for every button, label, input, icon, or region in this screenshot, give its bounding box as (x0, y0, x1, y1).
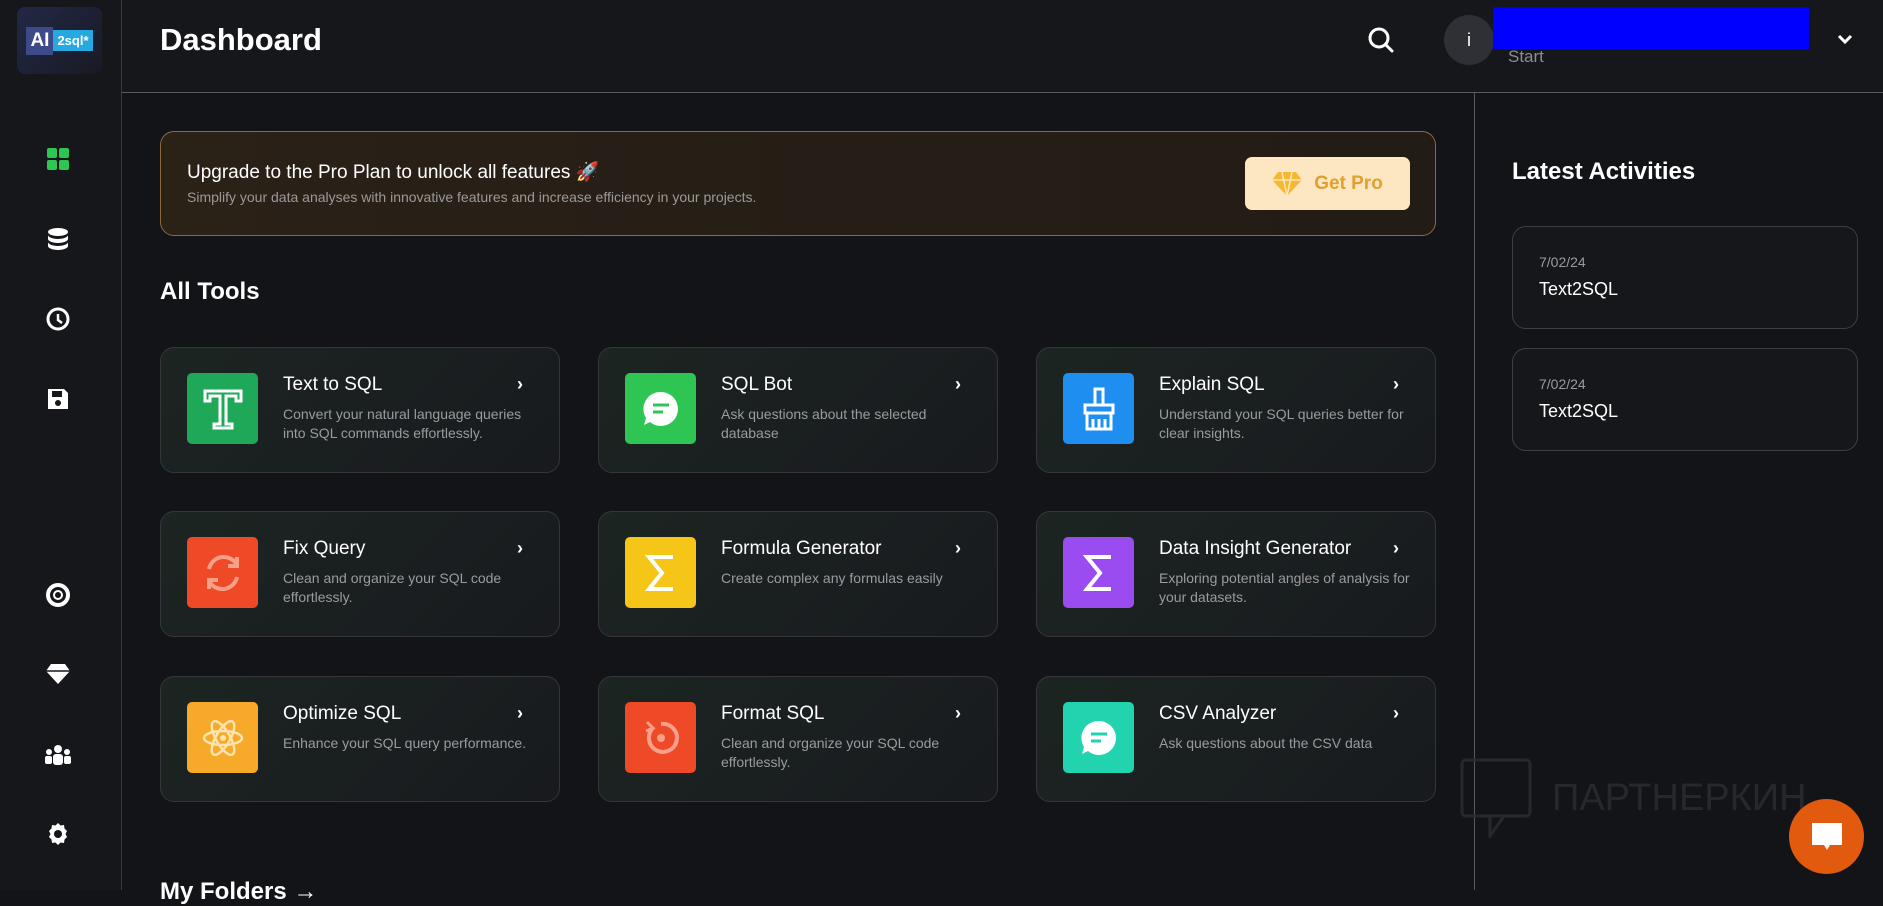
tool-card-format-sql[interactable]: Format SQL Clean and organize your SQL c… (598, 676, 998, 802)
tool-title: Text to SQL (283, 374, 383, 395)
chat-bubble-icon (1063, 702, 1134, 773)
logo-2sql: 2sql* (53, 30, 93, 51)
tool-description: Enhance your SQL query performance. (283, 735, 527, 751)
tool-card-optimize-sql[interactable]: Optimize SQL Enhance your SQL query perf… (160, 676, 560, 802)
settings-icon[interactable] (44, 820, 72, 848)
tool-description: Ask questions about the CSV data (1159, 735, 1373, 751)
tool-title: Data Insight Generator (1159, 538, 1352, 559)
header: Dashboard i Start (122, 0, 1883, 93)
watermark-text: ПАРТНЕРКИН (1552, 776, 1807, 819)
tool-description: Convert your natural language queries in… (283, 406, 522, 441)
dashboard-icon[interactable] (44, 145, 72, 173)
activity-item[interactable]: 7/02/24 Text2SQL (1512, 348, 1858, 451)
sidebar: AI 2sql* (0, 0, 122, 890)
tool-card-text-to-sql[interactable]: Text to SQL Convert your natural languag… (160, 347, 560, 473)
chevron-right-icon: › (517, 703, 523, 723)
activity-item[interactable]: 7/02/24 Text2SQL (1512, 226, 1858, 329)
tool-title: Explain SQL (1159, 374, 1265, 395)
tool-card-csv-analyzer[interactable]: CSV Analyzer Ask questions about the CSV… (1036, 676, 1436, 802)
chevron-right-icon: › (955, 538, 961, 558)
diamond-icon[interactable] (44, 660, 72, 688)
chevron-right-icon: › (1393, 538, 1399, 558)
tool-card-sql-bot[interactable]: SQL Bot Ask questions about the selected… (598, 347, 998, 473)
text-icon (187, 373, 258, 444)
tool-title: Formula Generator (721, 538, 882, 559)
chevron-right-icon: › (1393, 374, 1399, 394)
tool-card-fix-query[interactable]: Fix Query Clean and organize your SQL co… (160, 511, 560, 637)
chevron-right-icon: › (955, 374, 961, 394)
activity-name: Text2SQL (1539, 279, 1619, 299)
tool-description: Clean and organize your SQL code effortl… (283, 570, 502, 605)
team-icon[interactable] (44, 741, 72, 769)
latest-activities-heading: Latest Activities (1512, 158, 1696, 185)
rotate-icon (625, 702, 696, 773)
plan-label: Start (1508, 47, 1544, 66)
tool-description: Understand your SQL queries better for c… (1159, 406, 1404, 441)
sigma-icon (625, 537, 696, 608)
diamond-icon (1272, 171, 1303, 196)
search-icon[interactable] (1367, 26, 1395, 59)
logo-ai: AI (26, 26, 54, 55)
chevron-right-icon: › (955, 703, 961, 723)
tool-title: Optimize SQL (283, 703, 402, 724)
sigma-icon (1063, 537, 1134, 608)
save-icon[interactable] (44, 385, 72, 413)
tool-description: Create complex any formulas easily (721, 570, 943, 586)
chevron-right-icon: › (517, 538, 523, 558)
chat-button[interactable] (1789, 799, 1864, 874)
tool-title: CSV Analyzer (1159, 703, 1277, 724)
logo[interactable]: AI 2sql* (17, 7, 102, 74)
tool-title: SQL Bot (721, 374, 793, 395)
tool-description: Exploring potential angles of analysis f… (1159, 570, 1410, 605)
all-tools-heading: All Tools (160, 278, 260, 305)
get-pro-button[interactable]: Get Pro (1245, 157, 1410, 210)
refresh-icon (187, 537, 258, 608)
tool-card-explain-sql[interactable]: Explain SQL Understand your SQL queries … (1036, 347, 1436, 473)
chevron-right-icon: › (517, 374, 523, 394)
user-name-redacted (1493, 7, 1809, 49)
activity-date: 7/02/24 (1539, 254, 1586, 270)
tool-card-formula-generator[interactable]: Formula Generator Create complex any for… (598, 511, 998, 637)
chat-icon (1811, 822, 1842, 850)
banner-title: Upgrade to the Pro Plan to unlock all fe… (187, 162, 600, 183)
broom-icon (1063, 373, 1134, 444)
tool-description: Clean and organize your SQL code effortl… (721, 735, 940, 770)
atom-icon (187, 702, 258, 773)
watermark: ПАРТНЕРКИН (1460, 758, 1807, 838)
tool-title: Format SQL (721, 703, 825, 724)
get-pro-label: Get Pro (1314, 172, 1383, 194)
support-icon[interactable] (44, 581, 72, 609)
my-folders-heading[interactable]: My Folders → (160, 878, 317, 906)
tool-description: Ask questions about the selected databas… (721, 406, 927, 441)
tool-card-data-insight-generator[interactable]: Data Insight Generator Exploring potenti… (1036, 511, 1436, 637)
chat-bubble-icon (625, 373, 696, 444)
activity-name: Text2SQL (1539, 401, 1619, 421)
chevron-right-icon: › (1393, 703, 1399, 723)
upgrade-banner: Upgrade to the Pro Plan to unlock all fe… (160, 131, 1436, 236)
page-title: Dashboard (160, 22, 322, 57)
activity-date: 7/02/24 (1539, 376, 1586, 392)
chevron-down-icon[interactable] (1836, 30, 1854, 53)
tool-title: Fix Query (283, 538, 366, 559)
banner-subtitle: Simplify your data analyses with innovat… (187, 189, 757, 205)
database-icon[interactable] (44, 225, 72, 253)
avatar[interactable]: i (1444, 15, 1494, 65)
history-icon[interactable] (44, 305, 72, 333)
